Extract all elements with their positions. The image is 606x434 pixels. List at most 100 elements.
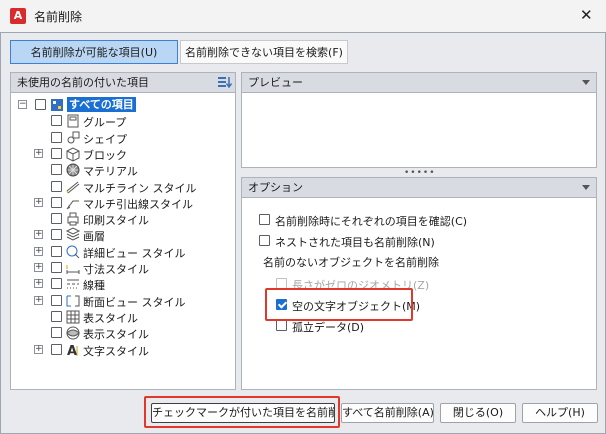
material-icon	[66, 163, 80, 177]
tree-item-label: 断面ビュー スタイル	[83, 295, 186, 309]
unused-items-tree: 未使用の名前の付いた項目 − すべての項目グループシェイプ + ブロックマテリアルマル…	[10, 72, 236, 390]
tree-item-label: ブロック	[83, 148, 127, 162]
expand-icon[interactable]: +	[34, 263, 43, 272]
tree-item-checkbox[interactable]	[51, 294, 62, 306]
confirm-each-label: 名前削除時にそれぞれの項目を確認(C)	[275, 215, 468, 228]
tree-item-checkbox[interactable]	[51, 278, 62, 290]
tree-item-checkbox[interactable]	[51, 147, 62, 159]
close-button[interactable]: 閉じる(O)	[440, 403, 516, 423]
tree-item-label: 寸法スタイル	[83, 263, 149, 276]
expand-icon[interactable]: +	[34, 230, 43, 240]
tab-find-non-purgeable[interactable]: 名前削除できない項目を検索(F)	[180, 40, 348, 64]
tree-item-label: 線種	[83, 279, 105, 293]
tree-item-label: 詳細ビュー スタイル	[83, 246, 186, 260]
preview-header[interactable]: プレビュー	[242, 73, 596, 93]
title-bar: A 名前削除 ✕	[0, 0, 606, 32]
tree-item-label: 表示スタイル	[83, 328, 149, 342]
multileader-style-icon	[66, 200, 79, 210]
tree-item-checkbox[interactable]	[51, 164, 62, 176]
preview-header-label: プレビュー	[248, 76, 303, 89]
close-icon[interactable]: ✕	[580, 6, 593, 24]
tree-item[interactable]: + A 文字スタイル	[11, 342, 237, 358]
tree-item[interactable]: マルチライン スタイル	[11, 179, 237, 195]
tree-item[interactable]: + 画層	[11, 227, 237, 243]
tree-item-label: グループ	[83, 116, 127, 130]
layer-icon	[65, 227, 81, 241]
tree-item-checkbox[interactable]	[35, 99, 46, 110]
tree-item-checkbox[interactable]	[51, 262, 62, 273]
annotation-highlight-option	[265, 288, 413, 321]
tree-item[interactable]: + ブロック	[11, 146, 237, 162]
all-items-icon	[51, 99, 63, 111]
window-title: 名前削除	[34, 10, 83, 24]
options-header-label: オプション	[248, 181, 303, 194]
text-style-icon: A	[67, 344, 78, 358]
tree-item-checkbox[interactable]	[51, 245, 62, 257]
purge-all-button[interactable]: すべて名前削除(A)	[341, 403, 434, 423]
table-style-icon	[66, 310, 80, 324]
tree-item[interactable]: マテリアル	[11, 162, 237, 178]
tree-item-checkbox[interactable]	[51, 115, 62, 127]
tree-item-label: すべての項目	[67, 97, 136, 112]
tree-item-checkbox[interactable]	[51, 131, 62, 143]
collapse-icon[interactable]: −	[18, 100, 27, 109]
tree-item-label: マルチライン スタイル	[83, 181, 197, 195]
tree-header-label: 未使用の名前の付いた項目	[17, 76, 149, 89]
unnamed-objects-group-label: 名前のないオブジェクトを名前削除	[263, 256, 439, 269]
tree-item-checkbox[interactable]	[51, 327, 62, 339]
tree-item-checkbox[interactable]	[51, 196, 62, 208]
group-icon	[67, 114, 79, 128]
tree-item-checkbox[interactable]	[51, 310, 62, 322]
tree-item-label: 表スタイル	[83, 311, 138, 325]
tree-item-checkbox[interactable]	[51, 343, 62, 355]
tree-item[interactable]: + マルチ引出線スタイル	[11, 195, 237, 211]
tree-item[interactable]: + 詳細ビュー スタイル	[11, 244, 237, 260]
checkbox-box[interactable]	[259, 235, 270, 246]
checkbox-box[interactable]	[259, 214, 270, 225]
tree-item-checkbox[interactable]	[51, 213, 62, 225]
tree-item[interactable]: + 線種	[11, 276, 237, 292]
expand-icon[interactable]: +	[34, 148, 43, 158]
linetype-icon	[67, 279, 79, 289]
tree-settings-icon[interactable]	[218, 76, 232, 89]
plot-style-icon	[67, 212, 79, 226]
tab-purgeable-items[interactable]: 名前削除が可能な項目(U)	[10, 40, 178, 64]
expand-icon[interactable]: +	[34, 344, 43, 354]
tree-item[interactable]: − すべての項目	[11, 97, 237, 113]
tree-item-label: シェイプ	[83, 132, 127, 146]
tree-item-checkbox[interactable]	[51, 229, 62, 241]
expand-icon[interactable]: +	[34, 295, 43, 305]
expand-icon[interactable]: +	[34, 279, 43, 289]
annotation-highlight-button	[144, 396, 340, 428]
section-view-style-icon	[66, 295, 80, 307]
visual-style-icon	[66, 326, 80, 340]
orphaned-data-label: 孤立データ(D)	[292, 321, 365, 334]
svg-text:A: A	[67, 344, 77, 358]
chevron-down-icon[interactable]	[582, 80, 590, 85]
preview-panel: プレビュー	[241, 72, 597, 168]
tree-item[interactable]: + 断面ビュー スタイル	[11, 293, 237, 309]
expand-icon[interactable]: +	[34, 246, 43, 256]
purge-nested-label: ネストされた項目も名前削除(N)	[275, 236, 435, 249]
tree-item[interactable]: シェイプ	[11, 130, 237, 146]
detail-view-style-icon	[66, 245, 80, 259]
block-icon	[66, 147, 80, 162]
help-button[interactable]: ヘルプ(H)	[522, 403, 598, 423]
options-header[interactable]: オプション	[242, 178, 596, 198]
checkbox-box[interactable]	[276, 320, 287, 331]
chevron-down-icon[interactable]	[582, 185, 590, 190]
tree-item-label: マテリアル	[83, 165, 138, 179]
autocad-app-icon: A	[10, 8, 26, 24]
tree-item-label: マルチ引出線スタイル	[83, 197, 193, 211]
tree-item[interactable]: グループ	[11, 113, 237, 129]
tree-item-checkbox[interactable]	[51, 180, 62, 192]
tree-item[interactable]: 表スタイル	[11, 309, 237, 325]
multiline-style-icon	[66, 181, 80, 193]
tree-item-label: 画層	[83, 230, 105, 244]
tree-item[interactable]: 印刷スタイル	[11, 211, 237, 227]
shape-icon	[67, 131, 80, 144]
tree-item[interactable]: 表示スタイル	[11, 325, 237, 341]
expand-icon[interactable]: +	[34, 197, 43, 207]
tree-item[interactable]: + 寸法スタイル	[11, 260, 237, 276]
tree-header: 未使用の名前の付いた項目	[11, 73, 235, 93]
